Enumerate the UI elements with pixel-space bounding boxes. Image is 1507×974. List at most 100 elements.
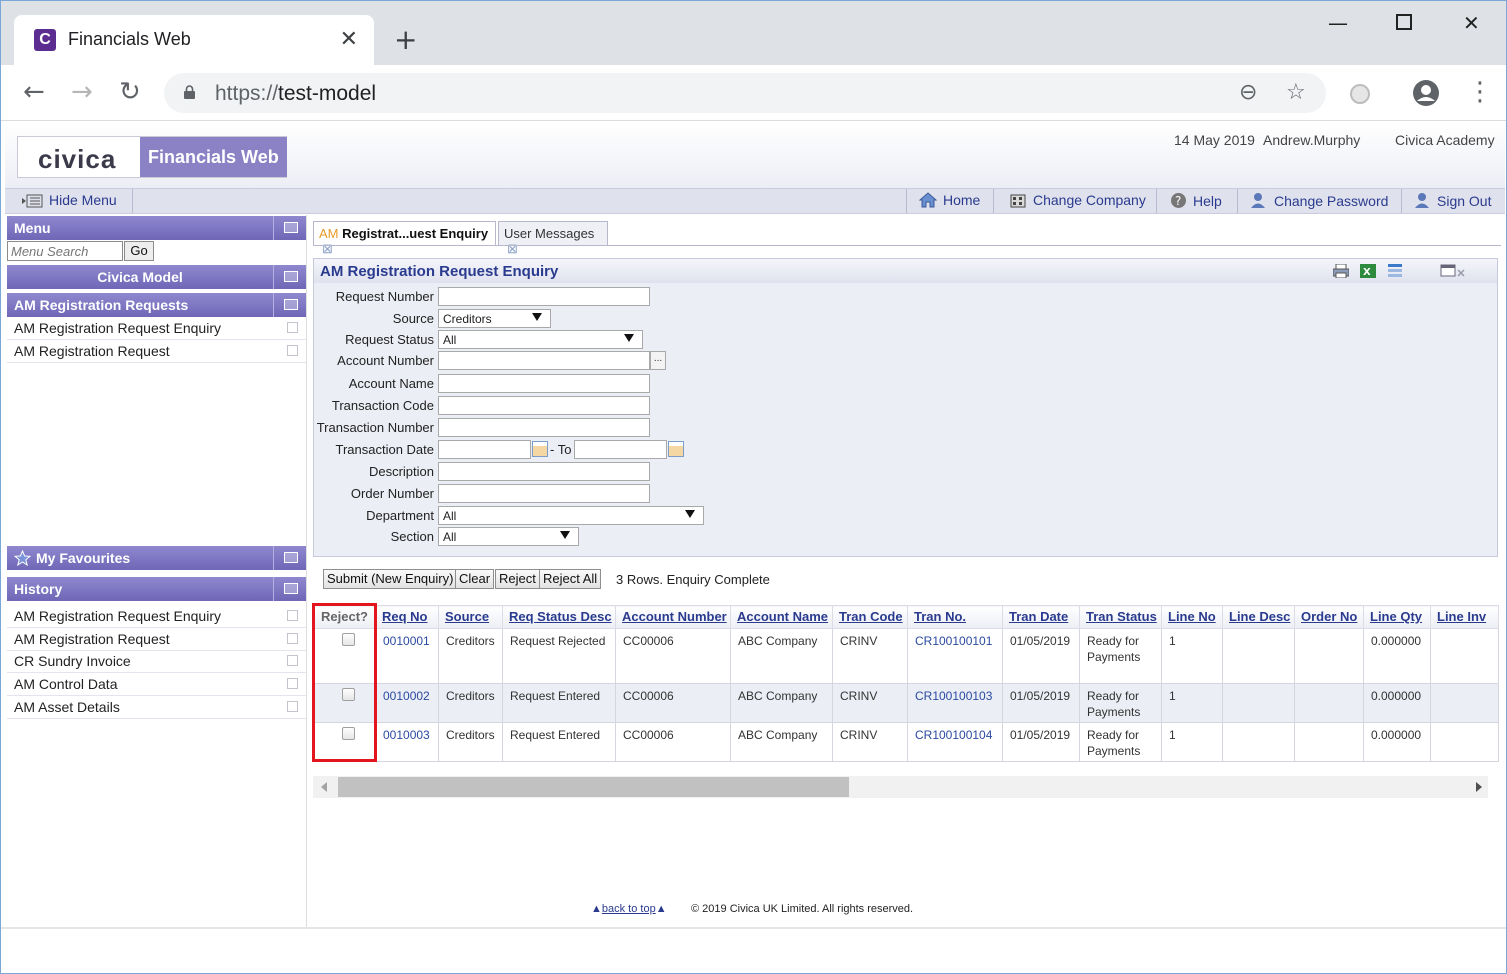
hide-menu-button[interactable]: Hide Menu [21, 192, 117, 208]
profile-avatar-icon[interactable] [1412, 79, 1440, 107]
transaction-date-to-input[interactable] [574, 440, 667, 459]
reject-all-button[interactable]: Reject All [539, 569, 602, 589]
section-panel-button[interactable] [273, 293, 306, 317]
column-header-line-no[interactable]: Line No [1161, 605, 1223, 629]
print-icon[interactable] [1333, 264, 1349, 278]
column-header-req-no[interactable]: Req No [375, 605, 439, 629]
transaction-date-from-input[interactable] [438, 440, 531, 459]
scroll-left-icon[interactable] [321, 782, 327, 792]
clear-button[interactable]: Clear [455, 569, 495, 589]
column-header-account-name[interactable]: Account Name [730, 605, 833, 629]
column-header-tran-code[interactable]: Tran Code [832, 605, 908, 629]
change-company-button[interactable]: Change Company [1009, 192, 1146, 208]
req-no-link[interactable]: 0010003 [375, 722, 439, 762]
reject-button[interactable]: Reject [495, 569, 540, 589]
model-panel-toggle-button[interactable] [273, 265, 306, 289]
request-status-select[interactable]: All [438, 330, 643, 349]
bookmark-star-icon[interactable]: ☆ [1286, 80, 1306, 105]
browser-menu-icon[interactable]: ⋮ [1467, 77, 1493, 107]
column-header-source[interactable]: Source [438, 605, 503, 629]
minimize-icon[interactable]: — [1328, 11, 1348, 35]
tab-close-icon[interactable]: ⊠ [507, 241, 518, 256]
calendar-icon[interactable] [668, 441, 684, 457]
tab-am-registration-request-enquiry[interactable]: AM Registrat...uest Enquiry ⊠ [313, 221, 496, 256]
history-panel-header[interactable]: History [7, 577, 306, 601]
menu-section-header[interactable]: AM Registration Requests [7, 293, 306, 317]
column-header-req-status-desc[interactable]: Req Status Desc [502, 605, 616, 629]
browser-tab[interactable]: C Financials Web ✕ [14, 15, 374, 65]
tran-no-link[interactable]: CR100100104 [907, 722, 1003, 762]
department-select[interactable]: All [438, 506, 704, 525]
favourites-panel-toggle-button[interactable] [273, 546, 306, 570]
history-item[interactable]: AM Control Data [7, 673, 306, 696]
zoom-icon[interactable]: ⊖ [1239, 80, 1257, 105]
menu-panel-toggle-button[interactable] [273, 216, 306, 240]
model-panel-header[interactable]: Civica Model [7, 265, 306, 289]
open-external-icon[interactable] [287, 610, 298, 621]
open-external-icon[interactable] [287, 678, 298, 689]
open-external-icon[interactable] [287, 701, 298, 712]
history-item[interactable]: AM Asset Details [7, 696, 306, 719]
scrollbar-thumb[interactable] [338, 777, 849, 797]
home-button[interactable]: Home [919, 192, 980, 208]
help-button[interactable]: ? Help [1170, 192, 1222, 209]
transaction-code-input[interactable] [438, 396, 650, 415]
open-external-icon[interactable] [287, 633, 298, 644]
description-input[interactable] [438, 462, 650, 481]
url-field[interactable]: https://test-model ⊖ ☆ [164, 73, 1326, 113]
change-password-button[interactable]: Change Password [1250, 192, 1388, 209]
transaction-number-input[interactable] [438, 418, 650, 437]
tab-user-messages[interactable]: User Messages ⊠ [498, 221, 608, 256]
column-header-line-desc[interactable]: Line Desc [1222, 605, 1295, 629]
menu-item-am-registration-request-enquiry[interactable]: AM Registration Request Enquiry [7, 317, 306, 340]
column-header-line-inv[interactable]: Line Inv [1430, 605, 1499, 629]
excel-export-icon[interactable]: X [1360, 264, 1376, 278]
column-header-line-qty[interactable]: Line Qty [1363, 605, 1431, 629]
req-no-link[interactable]: 0010002 [375, 683, 439, 723]
horizontal-scrollbar[interactable] [313, 776, 1488, 798]
open-external-icon[interactable] [287, 322, 298, 333]
tab-close-icon[interactable]: ✕ [340, 27, 358, 52]
tab-close-icon[interactable]: ⊠ [322, 241, 333, 256]
history-item[interactable]: CR Sundry Invoice [7, 650, 306, 673]
back-to-top-label[interactable]: back to top [602, 903, 656, 915]
account-number-input[interactable] [438, 351, 650, 370]
column-header-tran-date[interactable]: Tran Date [1002, 605, 1080, 629]
column-header-tran-no[interactable]: Tran No. [907, 605, 1003, 629]
extension-icon[interactable] [1349, 83, 1371, 105]
open-external-icon[interactable] [287, 345, 298, 356]
order-number-input[interactable] [438, 484, 650, 503]
section-select[interactable]: All [438, 527, 579, 546]
column-header-order-no[interactable]: Order No [1294, 605, 1364, 629]
calendar-icon[interactable] [532, 441, 548, 457]
new-tab-icon[interactable]: + [394, 23, 417, 57]
source-select[interactable]: Creditors [438, 309, 551, 328]
back-icon[interactable]: ← [23, 77, 45, 107]
account-lookup-button[interactable]: ... [650, 351, 666, 370]
tran-no-link[interactable]: CR100100101 [907, 628, 1003, 684]
scroll-right-icon[interactable] [1476, 782, 1482, 792]
request-number-input[interactable] [438, 287, 650, 306]
column-settings-icon[interactable] [1387, 264, 1403, 278]
submit-new-enquiry-button[interactable]: Submit (New Enquiry) [323, 569, 458, 589]
favourites-panel-header[interactable]: My Favourites [7, 546, 306, 570]
column-header-account-number[interactable]: Account Number [615, 605, 731, 629]
account-name-input[interactable] [438, 374, 650, 393]
history-item[interactable]: AM Registration Request [7, 628, 306, 651]
history-panel-toggle-button[interactable] [273, 577, 306, 601]
panel-window-icon[interactable] [1440, 264, 1466, 278]
back-to-top-link[interactable]: ▲back to top▲ [591, 903, 667, 915]
forward-icon[interactable]: → [71, 77, 93, 107]
menu-search-input[interactable] [7, 241, 123, 261]
history-item[interactable]: AM Registration Request Enquiry [7, 605, 306, 628]
reload-icon[interactable]: ↻ [119, 77, 141, 107]
tran-no-link[interactable]: CR100100103 [907, 683, 1003, 723]
window-close-icon[interactable]: ✕ [1463, 11, 1480, 35]
sign-out-button[interactable]: Sign Out [1413, 192, 1491, 209]
req-no-link[interactable]: 0010001 [375, 628, 439, 684]
open-external-icon[interactable] [287, 655, 298, 666]
column-header-tran-status[interactable]: Tran Status [1079, 605, 1162, 629]
menu-item-am-registration-request[interactable]: AM Registration Request [7, 340, 306, 363]
maximize-icon[interactable] [1396, 14, 1412, 30]
menu-search-go-button[interactable]: Go [124, 241, 154, 261]
